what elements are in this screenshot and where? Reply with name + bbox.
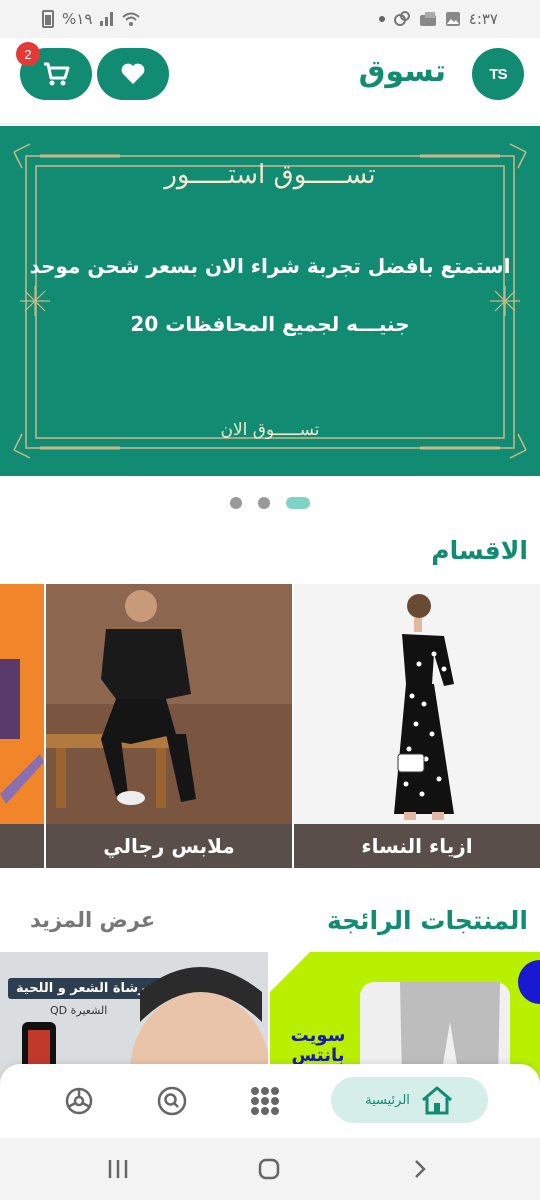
banner-pager — [230, 497, 310, 509]
category-label: ملابس رجالي — [46, 824, 292, 868]
banner-text-line1: استمتع بافضل تجربة شراء الان بسعر شحن مو… — [29, 254, 511, 278]
system-nav-bar — [0, 1138, 540, 1200]
signal-icon — [100, 12, 114, 26]
banner-cta: تســـــوق الان — [220, 420, 320, 440]
product-headline: سويت بانتس — [290, 1025, 346, 1066]
recent-apps-button[interactable] — [103, 1156, 133, 1182]
gallery-icon — [445, 12, 460, 26]
category-image-men — [46, 584, 292, 824]
recent-apps-icon — [108, 1160, 128, 1178]
category-card-men[interactable]: ملابس رجالي — [46, 584, 292, 868]
app-header: 2 تسوق TS — [0, 38, 540, 124]
app-title: تسوق — [358, 54, 446, 89]
cart-icon — [44, 62, 70, 86]
product-card[interactable]: فرشاة الشعر و اللحية QD الشعيرة — [0, 952, 268, 1082]
banner-brand: تســـــوق استـــــور — [164, 160, 376, 190]
settings-icon — [65, 1087, 93, 1115]
bottom-nav: الرئيسية — [0, 1064, 540, 1138]
category-card-partial[interactable] — [0, 584, 44, 868]
clock: ٤:٣٧ — [468, 10, 498, 28]
home-icon — [421, 1086, 452, 1115]
cart-count-badge: 2 — [16, 42, 40, 66]
home-circle-icon — [258, 1158, 280, 1180]
grid-icon — [251, 1087, 279, 1115]
pager-dot[interactable] — [230, 497, 242, 509]
category-image-women — [294, 584, 540, 824]
trending-title: المنتجات الرائجة — [326, 906, 528, 935]
app-notification-icon — [419, 12, 436, 26]
pager-dot[interactable] — [258, 497, 270, 509]
pager-dot-active[interactable] — [286, 497, 310, 509]
status-bar: %١٩ ٤:٣٧ — [0, 0, 540, 38]
nav-home[interactable]: الرئيسية — [331, 1077, 488, 1123]
categories-carousel[interactable]: ازياء النساء ملابس رجالي — [0, 584, 540, 868]
category-label — [0, 824, 44, 868]
heart-icon — [121, 63, 145, 84]
favorites-button[interactable] — [97, 48, 169, 100]
wifi-icon — [122, 12, 141, 26]
categories-title: الاقسام — [431, 536, 528, 565]
category-label: ازياء النساء — [294, 824, 540, 868]
nav-settings[interactable] — [62, 1084, 96, 1118]
notification-dot-icon — [378, 16, 385, 22]
view-more-link[interactable]: عرض المزيد — [30, 908, 155, 932]
category-image-partial — [0, 584, 44, 824]
promo-banner[interactable]: تســـــوق استـــــور استمتع بافضل تجربة … — [0, 126, 540, 476]
product-card[interactable]: سويت بانتس — [270, 952, 540, 1082]
product-image — [22, 967, 268, 1082]
nav-search[interactable] — [155, 1084, 189, 1118]
category-card-women[interactable]: ازياء النساء — [294, 584, 540, 868]
cart-button[interactable]: 2 — [16, 42, 92, 100]
banner-text-line2: 20 جنيـــه لجميع المحافظات — [130, 312, 410, 336]
battery-icon — [42, 10, 54, 28]
chevron-right-icon — [415, 1160, 426, 1178]
search-icon — [157, 1086, 187, 1116]
link-icon — [393, 11, 410, 26]
trending-carousel[interactable]: فرشاة الشعر و اللحية QD الشعيرة سويت بان… — [0, 952, 540, 1082]
back-button[interactable] — [405, 1156, 435, 1182]
battery-text: %١٩ — [62, 10, 93, 28]
nav-home-label: الرئيسية — [365, 1092, 410, 1108]
home-system-button[interactable] — [254, 1156, 284, 1182]
app-logo[interactable]: TS — [472, 48, 524, 100]
nav-categories[interactable] — [248, 1084, 282, 1118]
status-right: ٤:٣٧ — [378, 10, 498, 28]
status-left: %١٩ — [42, 10, 141, 28]
